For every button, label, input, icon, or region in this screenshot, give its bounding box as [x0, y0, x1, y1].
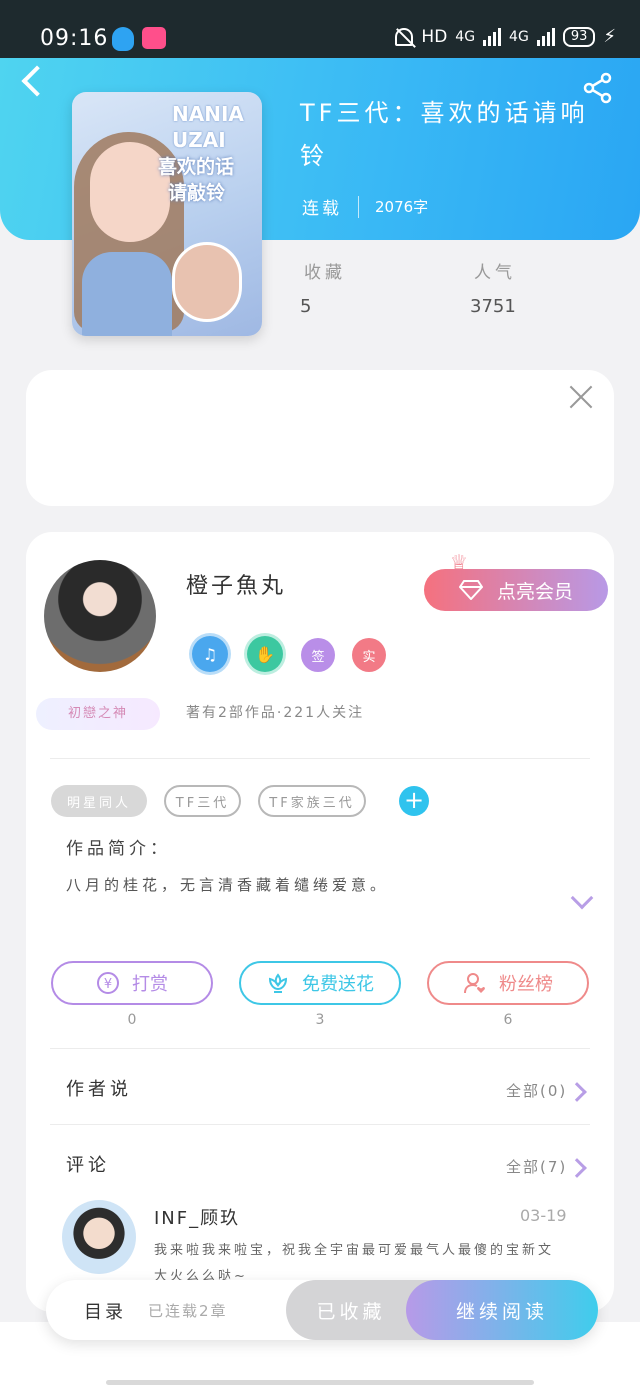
book-cover[interactable]: NANIA UZAI 喜欢的话 请敲铃	[72, 92, 262, 336]
comment-text[interactable]: 我来啦我来啦宝，祝我全宇宙最可爱最气人最傻的宝新文大火么么哒~	[154, 1238, 564, 1282]
tag-item[interactable]: TF家族三代	[258, 785, 366, 817]
book-title: TF三代：喜欢的话请响铃	[300, 99, 589, 170]
cover-text: NANIA	[172, 102, 244, 126]
author-says-title: 作者说	[66, 1079, 132, 1100]
author-says-all-link[interactable]: 全部(0)	[506, 1080, 567, 1101]
vip-button-label: 点亮会员	[496, 580, 573, 603]
free-flower-label: 免费送花	[302, 974, 374, 995]
diamond-icon	[458, 580, 483, 600]
comment-date: 03-19	[520, 1206, 567, 1225]
signal-2-icon	[536, 27, 555, 46]
tag-item[interactable]: 明星同人	[51, 785, 147, 817]
free-flower-button[interactable]: 免费送花	[239, 961, 401, 1005]
cover-art-inset	[172, 242, 242, 322]
music-medal-icon[interactable]: ♫	[192, 636, 228, 672]
tip-count: 0	[127, 1012, 137, 1028]
favorites-value: 5	[300, 296, 312, 317]
serial-status: 连载	[302, 199, 342, 219]
status-bar: 09:16 HD 4G 4G 93 ⚡	[0, 0, 640, 58]
comments-all-link[interactable]: 全部(7)	[506, 1156, 567, 1177]
intro-text: 八月的桂花，无言清香藏着缱绻爱意。	[66, 876, 390, 894]
tag-item[interactable]: TF三代	[164, 785, 241, 817]
author-works-info: 著有2部作品·221人关注	[186, 705, 365, 721]
battery-icon: 93	[562, 26, 596, 47]
popularity-label: 人气	[474, 263, 516, 283]
app-notification-icon	[142, 27, 166, 49]
author-avatar[interactable]	[44, 560, 156, 672]
status-time: 09:16	[40, 26, 109, 51]
intro-label: 作品简介：	[66, 839, 171, 859]
signal-1-icon	[483, 27, 502, 46]
flower-count: 3	[315, 1012, 325, 1028]
fan-count: 6	[503, 1012, 513, 1028]
toc-button[interactable]: 目录	[84, 1298, 126, 1324]
book-status-line: 连载 2076字	[302, 194, 428, 219]
chapter-count: 已连载2章	[148, 1302, 228, 1320]
svg-text:¥: ¥	[104, 977, 112, 992]
comments-title: 评论	[66, 1155, 110, 1176]
vip-button[interactable]: 点亮会员	[424, 569, 608, 611]
cover-text: UZAI	[172, 128, 226, 152]
user-heart-icon	[464, 973, 485, 994]
home-indicator	[106, 1380, 534, 1385]
hd-indicator: HD	[421, 26, 448, 47]
status-icons: HD 4G 4G 93 ⚡	[395, 26, 616, 47]
cover-art-body	[82, 252, 172, 336]
signed-badge[interactable]: 签	[301, 638, 335, 672]
handshake-medal-icon[interactable]: ✋	[247, 636, 283, 672]
qq-notification-icon	[112, 27, 134, 51]
cover-text: 请敲铃	[168, 182, 226, 204]
divider	[50, 1048, 590, 1049]
mute-bell-icon	[395, 27, 414, 46]
verified-badge[interactable]: 实	[352, 638, 386, 672]
yen-coin-icon: ¥	[97, 972, 119, 994]
add-tag-button[interactable]: +	[399, 786, 429, 816]
divider	[50, 758, 590, 759]
tip-button-label: 打赏	[132, 974, 168, 995]
commenter-avatar[interactable]	[62, 1200, 136, 1274]
author-name[interactable]: 橙子魚丸	[186, 568, 286, 600]
continue-reading-button[interactable]: 继续阅读	[406, 1280, 598, 1340]
flower-icon	[268, 973, 288, 993]
favorites-label: 收藏	[304, 263, 346, 283]
author-badge-title: 初戀之神	[36, 698, 160, 730]
popularity-value: 3751	[470, 296, 516, 317]
network-type-1: 4G	[455, 28, 476, 45]
close-icon[interactable]	[568, 384, 594, 410]
commenter-name[interactable]: INF_顾玖	[154, 1204, 240, 1230]
cover-text: 喜欢的话	[158, 156, 235, 178]
fan-ranking-label: 粉丝榜	[499, 974, 553, 995]
ad-card	[26, 370, 614, 506]
fan-ranking-button[interactable]: 粉丝榜	[427, 961, 589, 1005]
charging-icon: ⚡	[603, 26, 616, 47]
divider	[358, 195, 359, 218]
network-type-2: 4G	[509, 28, 529, 45]
divider	[50, 1124, 590, 1125]
tip-button[interactable]: ¥ 打赏	[51, 961, 213, 1005]
word-count: 2076字	[375, 198, 429, 216]
